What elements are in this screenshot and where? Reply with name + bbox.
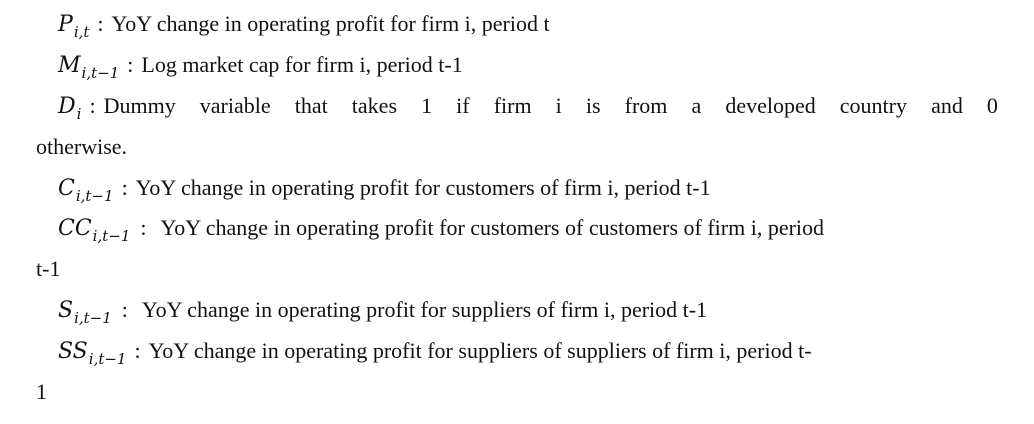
subscript-m: i,t−1 xyxy=(81,64,120,82)
description-c: YoY change in operating profit for custo… xyxy=(135,175,711,200)
definition-c: Ci,t−1: YoY change in operating profit fo… xyxy=(58,174,711,205)
description-cc: YoY change in operating profit for custo… xyxy=(160,215,825,240)
word: variable xyxy=(199,93,271,118)
definition-cc: CCi,t−1: YoY change in operating profit f… xyxy=(58,214,825,245)
separator-c: : xyxy=(121,175,128,200)
description-d: Dummy variable that takes 1 if firm i is… xyxy=(104,92,998,120)
subscript-c: i,t−1 xyxy=(75,187,114,205)
definition-ss-continuation: 1 xyxy=(36,379,47,404)
description-ss: YoY change in operating profit for suppl… xyxy=(148,338,812,363)
word: that xyxy=(294,93,328,118)
subscript-ss: i,t−1 xyxy=(88,350,127,368)
subscript-s: i,t−1 xyxy=(74,309,112,327)
symbol-p: P xyxy=(58,12,73,37)
subscript-p: i,t xyxy=(73,23,90,41)
definition-s: Si,t−1: YoY change in operating profit fo… xyxy=(58,296,708,327)
symbol-group-d: Di: xyxy=(58,92,104,123)
word: is xyxy=(585,93,601,118)
word: 0 xyxy=(986,93,998,118)
description-s: YoY change in operating profit for suppl… xyxy=(141,297,708,322)
symbol-c: C xyxy=(58,176,75,201)
word: and xyxy=(931,93,963,118)
symbol-cc: CC xyxy=(58,216,92,241)
subscript-cc: i,t−1 xyxy=(92,227,131,245)
word: firm xyxy=(493,93,532,118)
definition-d: Di: Dummy variable that takes 1 if firm … xyxy=(58,92,998,123)
word: takes xyxy=(351,93,397,118)
definition-m: Mi,t−1: Log market cap for firm i, period… xyxy=(58,51,463,82)
definition-ss: SSi,t−1: YoY change in operating profit f… xyxy=(58,337,812,368)
separator-ss: : xyxy=(134,338,141,363)
definition-cc-continuation: t-1 xyxy=(36,256,61,281)
symbol-m: M xyxy=(58,53,81,78)
definition-d-continuation: otherwise. xyxy=(36,134,128,159)
symbol-ss: SS xyxy=(58,339,88,364)
word: 1 xyxy=(421,93,433,118)
word: from xyxy=(624,93,668,118)
word: i xyxy=(555,93,562,118)
separator-s: : xyxy=(121,297,128,322)
word: if xyxy=(456,93,470,118)
word: Dummy xyxy=(103,93,176,118)
symbol-d: D xyxy=(58,94,76,119)
word: developed xyxy=(725,93,816,118)
description-p: YoY change in operating profit for firm … xyxy=(111,11,550,36)
definition-p: Pi,t: YoY change in operating profit for … xyxy=(58,10,550,41)
variable-definitions: Pi,t: YoY change in operating profit for … xyxy=(0,0,1034,424)
symbol-s: S xyxy=(58,298,74,323)
separator-p: : xyxy=(97,11,104,36)
separator-d: : xyxy=(89,93,96,118)
separator-m: : xyxy=(127,52,134,77)
separator-cc: : xyxy=(140,215,147,240)
word: a xyxy=(691,93,702,118)
word: country xyxy=(839,93,907,118)
subscript-d: i xyxy=(76,105,82,123)
description-m: Log market cap for firm i, period t-1 xyxy=(141,52,463,77)
